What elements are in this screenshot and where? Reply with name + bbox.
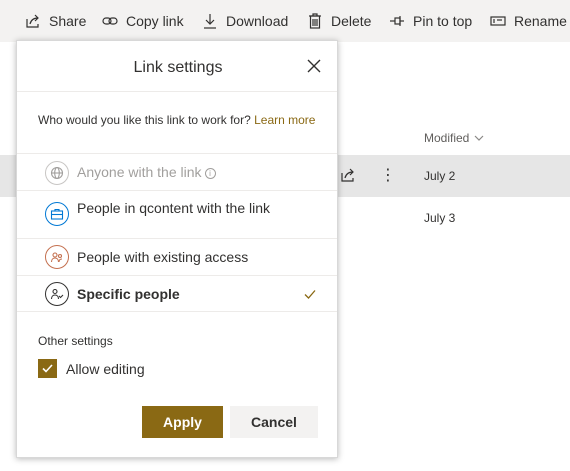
info-icon: i xyxy=(204,167,216,179)
link-settings-dialog: Link settings Who would you like this li… xyxy=(16,40,338,458)
option-existing-access[interactable]: People with existing access xyxy=(17,238,337,275)
copy-link-button[interactable]: Copy link xyxy=(101,0,184,42)
more-options-icon[interactable]: ⋮ xyxy=(380,166,396,186)
close-icon[interactable] xyxy=(307,59,323,75)
rename-icon xyxy=(489,12,507,30)
divider xyxy=(17,91,337,92)
pin-to-top-button[interactable]: Pin to top xyxy=(388,0,472,42)
rename-label: Rename xyxy=(514,13,567,29)
download-icon xyxy=(201,12,219,30)
rename-button[interactable]: Rename xyxy=(489,0,567,42)
modified-column-header[interactable]: Modified xyxy=(424,131,485,145)
option-anyone-with-link[interactable]: Anyone with the link i xyxy=(17,153,337,190)
command-bar: Share Copy link Download Delete Pin to t… xyxy=(0,0,570,42)
download-label: Download xyxy=(226,13,289,29)
modified-date: July 2 xyxy=(424,169,456,183)
option-label: People with existing access xyxy=(77,249,249,265)
allow-editing-label: Allow editing xyxy=(66,360,145,377)
learn-more-link[interactable]: Learn more xyxy=(254,113,315,127)
link-icon xyxy=(101,12,119,30)
globe-icon xyxy=(45,161,69,185)
trash-icon xyxy=(306,12,324,30)
option-label: People in qcontent with the link xyxy=(77,200,271,216)
people-icon xyxy=(45,245,69,269)
share-icon xyxy=(24,12,42,30)
pin-to-top-label: Pin to top xyxy=(413,13,473,29)
delete-button[interactable]: Delete xyxy=(306,0,371,42)
checkbox-checked-icon[interactable] xyxy=(38,359,57,378)
option-specific-people[interactable]: Specific people xyxy=(17,275,337,312)
copy-link-label: Copy link xyxy=(126,13,184,29)
option-people-in-org[interactable]: People in qcontent with the link xyxy=(17,190,337,238)
modified-date: July 3 xyxy=(424,211,456,225)
allow-editing-checkbox[interactable]: Allow editing xyxy=(38,359,145,378)
question-text: Who would you like this link to work for… xyxy=(38,113,251,127)
checkmark-icon xyxy=(303,287,317,301)
briefcase-icon xyxy=(45,202,69,226)
person-icon xyxy=(45,282,69,306)
dialog-title: Link settings xyxy=(133,59,223,76)
pin-icon xyxy=(388,12,406,30)
chevron-down-icon xyxy=(473,132,485,144)
link-audience-question: Who would you like this link to work for… xyxy=(38,113,318,128)
share-icon[interactable] xyxy=(340,167,358,185)
share-label: Share xyxy=(49,13,87,29)
cancel-button[interactable]: Cancel xyxy=(230,406,318,438)
share-button[interactable]: Share xyxy=(24,0,86,42)
delete-label: Delete xyxy=(331,13,372,29)
apply-button[interactable]: Apply xyxy=(142,406,223,438)
option-label: Specific people xyxy=(77,286,180,302)
other-settings-heading: Other settings xyxy=(38,334,113,348)
option-label: Anyone with the link i xyxy=(77,164,216,180)
modified-column-label: Modified xyxy=(424,131,470,145)
download-button[interactable]: Download xyxy=(201,0,288,42)
